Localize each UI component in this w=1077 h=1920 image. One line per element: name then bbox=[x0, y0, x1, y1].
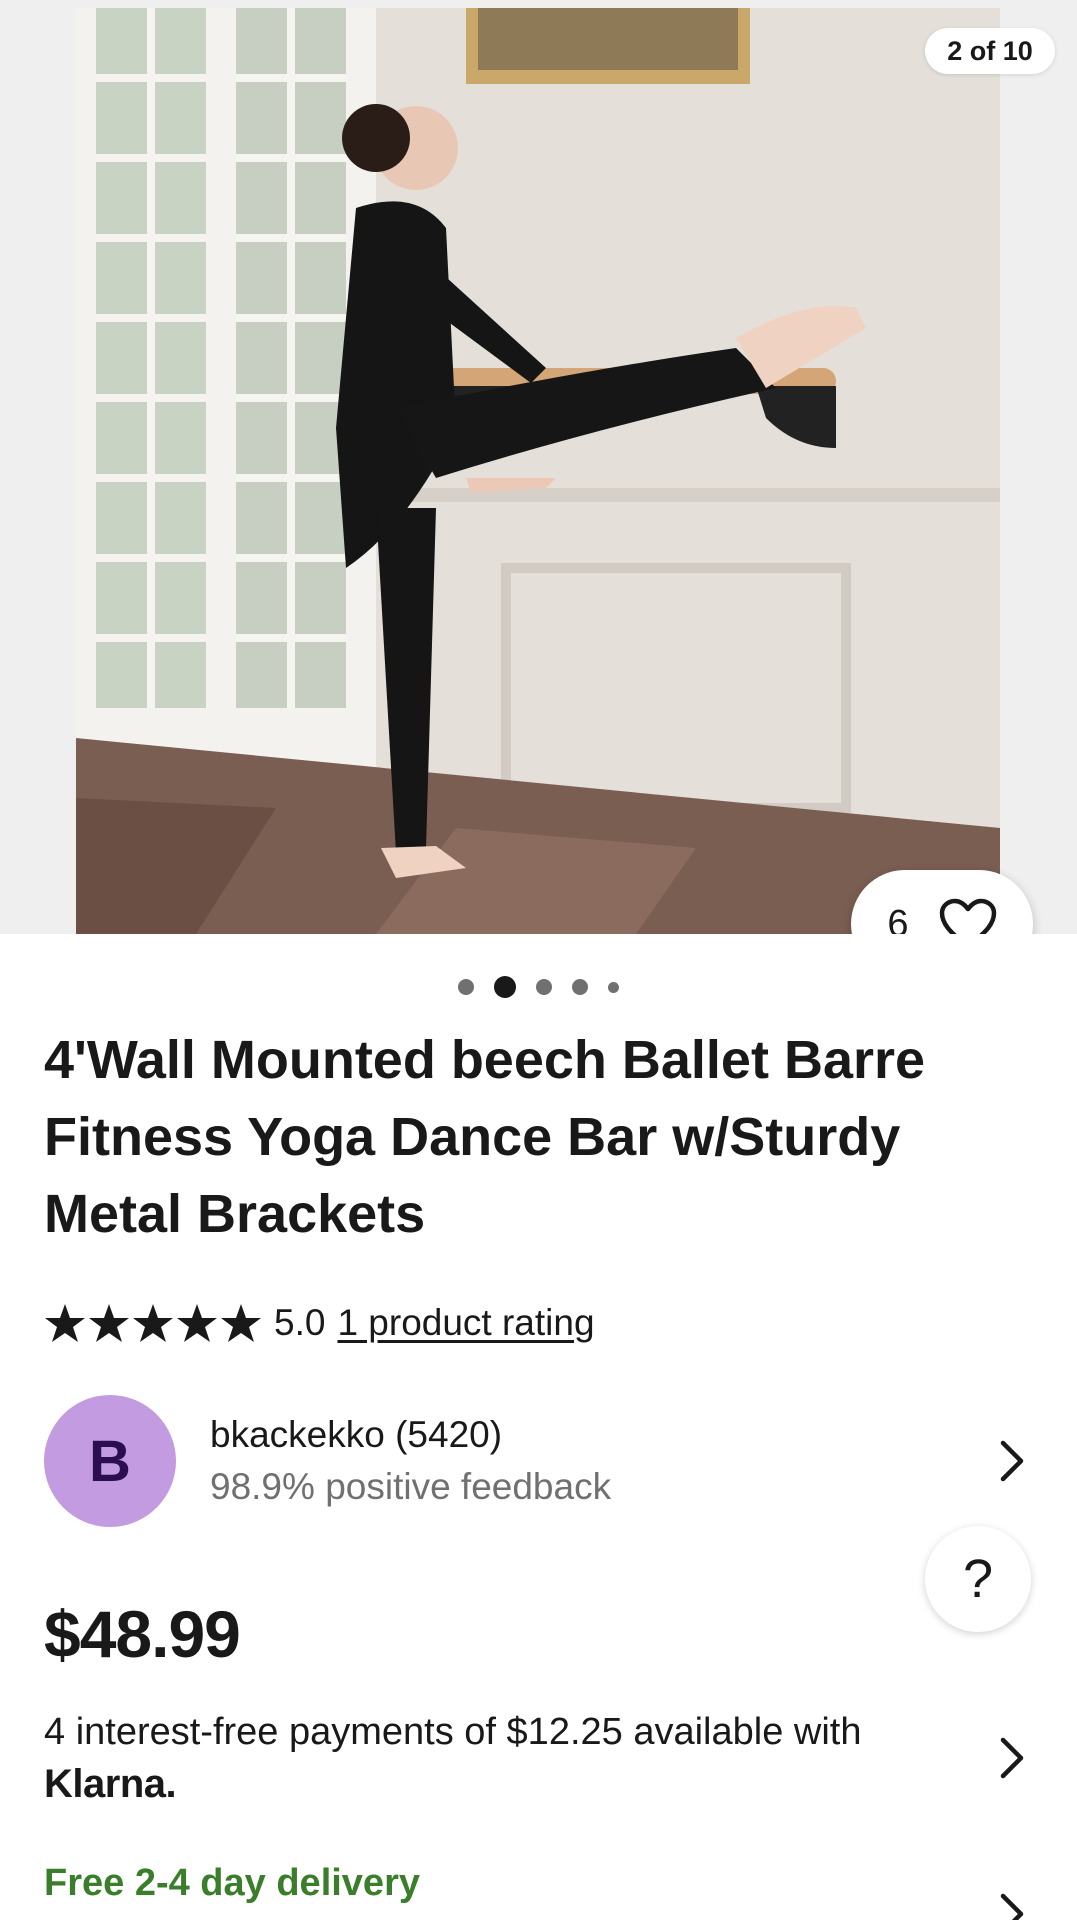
star-icon bbox=[45, 1304, 85, 1342]
seller-avatar: B bbox=[44, 1395, 176, 1527]
klarna-logo: Klarna. bbox=[44, 1762, 177, 1806]
product-image-gallery[interactable]: 2 of 10 6 bbox=[0, 0, 1077, 934]
product-photo[interactable] bbox=[76, 8, 1000, 934]
seller-feedback: 98.9% positive feedback bbox=[210, 1466, 612, 1507]
rating-value: 5.0 bbox=[274, 1302, 326, 1343]
heart-icon bbox=[939, 898, 996, 934]
seller-name: bkackekko (5420) bbox=[210, 1414, 503, 1455]
help-icon: ? bbox=[962, 1549, 994, 1609]
star-icon bbox=[89, 1304, 129, 1342]
watch-count: 6 bbox=[887, 902, 909, 935]
chevron-right-icon bbox=[1000, 1737, 1024, 1779]
star-icon bbox=[177, 1304, 217, 1342]
star-icon bbox=[133, 1304, 173, 1342]
pagination-dot[interactable] bbox=[536, 979, 552, 995]
product-price: $48.99 bbox=[44, 1597, 241, 1671]
rating-stars bbox=[44, 1303, 262, 1343]
product-photo-illustration bbox=[76, 8, 1000, 934]
seller-row[interactable]: B bkackekko (5420) 98.9% positive feedba… bbox=[44, 1395, 1044, 1527]
klarna-payments-row[interactable]: 4 interest-free payments of $12.25 avail… bbox=[44, 1706, 1044, 1810]
pagination-dot[interactable] bbox=[458, 979, 474, 995]
watch-button[interactable]: 6 bbox=[851, 870, 1033, 934]
pagination-dot-active[interactable] bbox=[494, 976, 516, 998]
chevron-right-icon bbox=[1000, 1440, 1024, 1482]
product-rating: 5.0 1 product rating bbox=[44, 1298, 595, 1348]
klarna-payments-text: 4 interest-free payments of $12.25 avail… bbox=[44, 1711, 862, 1753]
pagination-dot[interactable] bbox=[572, 979, 588, 995]
delivery-info: Free 2-4 day delivery bbox=[44, 1862, 420, 1904]
chevron-right-icon[interactable] bbox=[999, 1892, 1025, 1920]
product-rating-link[interactable]: 1 product rating bbox=[337, 1302, 594, 1344]
pagination-dot[interactable] bbox=[608, 981, 619, 993]
image-pagination[interactable] bbox=[0, 976, 1077, 998]
help-button[interactable]: ? bbox=[925, 1526, 1031, 1632]
image-counter-badge: 2 of 10 bbox=[925, 28, 1055, 74]
product-title: 4'Wall Mounted beech Ballet Barre Fitnes… bbox=[44, 1030, 926, 1244]
star-icon bbox=[221, 1304, 261, 1342]
